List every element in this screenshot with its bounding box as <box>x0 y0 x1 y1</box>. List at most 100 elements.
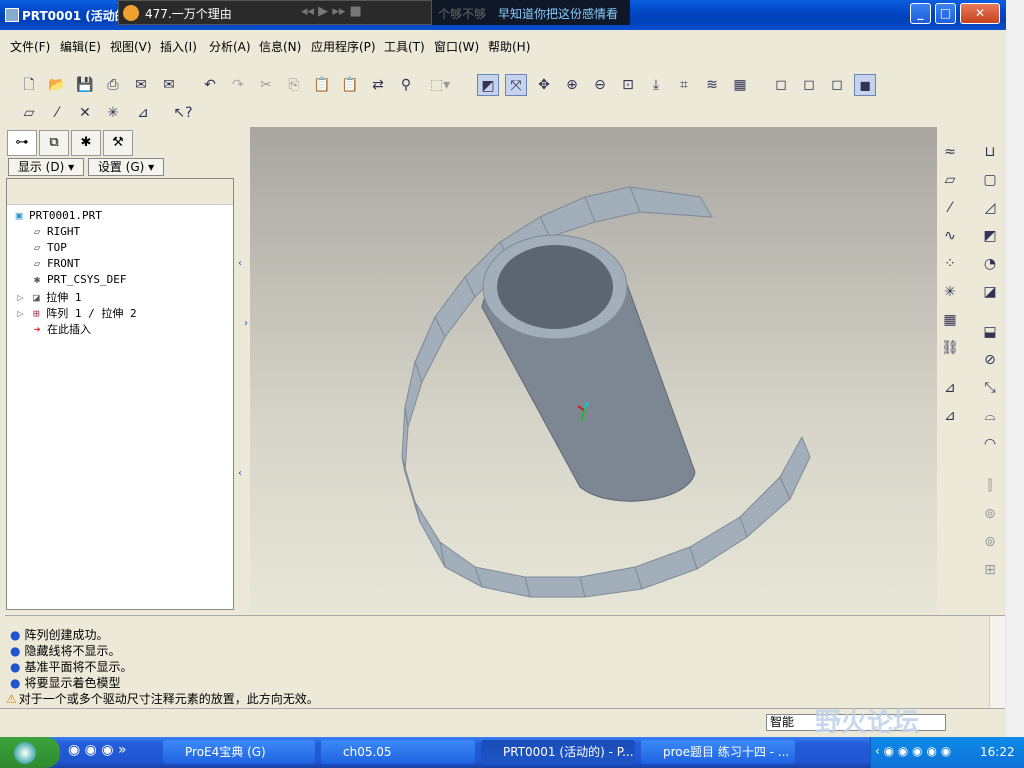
connections-tab-icon[interactable]: ⚒ <box>103 130 133 156</box>
analysis-tool-icon[interactable]: ▦ <box>939 309 961 331</box>
expand-arrow-icon[interactable]: ▷ <box>17 307 24 320</box>
selection-box-icon[interactable]: ⬚▾ <box>423 74 457 96</box>
layers-icon[interactable]: ≋ <box>701 74 723 96</box>
orient-mode-icon[interactable]: ✥ <box>533 74 555 96</box>
start-button[interactable] <box>0 737 60 768</box>
context-help-icon[interactable]: ↖? <box>172 102 194 124</box>
model-tree-tab-icon[interactable]: ⊶ <box>7 130 37 156</box>
tree-item-pattern[interactable]: ▷ ⊞ 阵列 1 / 拉伸 2 <box>17 305 137 321</box>
tree-item-csys[interactable]: ✱ PRT_CSYS_DEF <box>31 273 127 286</box>
extrude-tool-icon[interactable]: ⬓ <box>979 321 1001 343</box>
shading-icon[interactable]: ◼ <box>854 74 876 96</box>
tree-item-front[interactable]: ▱ FRONT <box>31 257 80 270</box>
new-file-icon[interactable]: 🗋 <box>18 74 40 96</box>
refit-icon[interactable]: ⊡ <box>617 74 639 96</box>
zoom-out-icon[interactable]: ⊖ <box>589 74 611 96</box>
round-icon[interactable]: ◔ <box>979 253 1001 275</box>
datum-axis-tool-icon[interactable]: ⁄ <box>939 197 961 219</box>
annotation-tool-2-icon[interactable]: ⊿ <box>939 405 961 427</box>
cut-icon[interactable]: ✂ <box>255 74 277 96</box>
quick-launch-icon[interactable]: ◉ ◉ ◉ » <box>68 742 127 758</box>
menu-window[interactable]: 窗口(W) <box>434 38 479 55</box>
paste-icon[interactable]: 📋 <box>311 74 333 96</box>
chamfer-icon[interactable]: ◪ <box>979 281 1001 303</box>
menu-view[interactable]: 视图(V) <box>110 38 152 55</box>
copy-icon[interactable]: ⎘ <box>283 74 305 96</box>
menu-file[interactable]: 文件(F) <box>10 38 50 55</box>
open-file-icon[interactable]: 📂 <box>46 74 68 96</box>
datum-plane-display-icon[interactable]: ▱ <box>18 102 40 124</box>
annotation-tool-icon[interactable]: ⊿ <box>939 377 961 399</box>
player-controls[interactable]: ◂◂ ▶ ▸▸ ■ <box>301 4 362 19</box>
close-button[interactable]: ✕ <box>960 3 1000 24</box>
message-scrollbar[interactable] <box>989 616 1005 708</box>
tree-item-part[interactable]: ▣ PRT0001.PRT <box>13 209 102 222</box>
hidden-line-icon[interactable]: ◻ <box>798 74 820 96</box>
chain-icon[interactable]: ⛓ <box>939 337 961 359</box>
datum-point-display-icon[interactable]: ✕ <box>74 102 96 124</box>
paste-special-icon[interactable]: 📋 <box>339 74 361 96</box>
revolve-icon[interactable]: ⊘ <box>979 349 1001 371</box>
csys-tool-icon[interactable]: ✳ <box>939 281 961 303</box>
reorient-icon[interactable]: ⤓ <box>645 74 667 96</box>
show-dropdown[interactable]: 显示 (D) ▾ <box>8 158 84 176</box>
menu-tools[interactable]: 工具(T) <box>384 38 425 55</box>
tray-icons[interactable]: ‹ ◉ ◉ ◉ ◉ ◉ <box>875 744 951 758</box>
no-hidden-icon[interactable]: ◻ <box>826 74 848 96</box>
datum-plane-tool-icon[interactable]: ▱ <box>939 169 961 191</box>
tree-item-insert-here[interactable]: ➜ 在此插入 <box>31 321 91 337</box>
taskbar-item-proe-exercise[interactable]: proe题目 练习十四 - ... <box>641 740 795 764</box>
redo-icon[interactable]: ↷ <box>227 74 249 96</box>
style-icon[interactable]: ◠ <box>979 433 1001 455</box>
collapse-arrow-icon[interactable]: ‹ <box>238 258 242 269</box>
trim-icon[interactable]: ⊚ <box>979 531 1001 553</box>
save-icon[interactable]: 💾 <box>74 74 96 96</box>
curve-icon[interactable]: ∿ <box>939 225 961 247</box>
menu-insert[interactable]: 插入(I) <box>160 38 197 55</box>
maximize-button[interactable]: □ <box>935 3 956 24</box>
zoom-in-icon[interactable]: ⊕ <box>561 74 583 96</box>
menu-applications[interactable]: 应用程序(P) <box>311 38 376 55</box>
collapse-arrow-icon[interactable]: ‹ <box>238 468 242 479</box>
repaint-icon[interactable]: ◩ <box>477 74 499 96</box>
email-icon[interactable]: ✉ <box>130 74 152 96</box>
minimize-button[interactable]: _ <box>910 3 931 24</box>
pattern-tool-icon[interactable]: ⊞ <box>979 559 1001 581</box>
rib-icon[interactable]: ◿ <box>979 197 1001 219</box>
taskbar-item-prt0001[interactable]: PRT0001 (活动的) - P... <box>481 740 635 764</box>
menu-edit[interactable]: 编辑(E) <box>60 38 101 55</box>
draft-icon[interactable]: ◩ <box>979 225 1001 247</box>
favorites-tab-icon[interactable]: ✱ <box>71 130 101 156</box>
datum-axis-display-icon[interactable]: ⁄ <box>46 102 68 124</box>
view-manager-icon[interactable]: ▦ <box>729 74 751 96</box>
annotation-display-icon[interactable]: ⊿ <box>132 102 154 124</box>
tree-item-top[interactable]: ▱ TOP <box>31 241 67 254</box>
shell-icon[interactable]: ▢ <box>979 169 1001 191</box>
tree-item-right[interactable]: ▱ RIGHT <box>31 225 80 238</box>
tree-item-extrude[interactable]: ▷ ◪ 拉伸 1 <box>17 289 82 305</box>
taskbar-item-proe-book[interactable]: ProE4宝典 (G) <box>163 740 315 764</box>
regenerate-icon[interactable]: ⇄ <box>367 74 389 96</box>
email-link-icon[interactable]: ✉ <box>158 74 180 96</box>
settings-dropdown[interactable]: 设置 (G) ▾ <box>88 158 164 176</box>
menu-analysis[interactable]: 分析(A) <box>209 38 251 55</box>
taskbar-item-ch05[interactable]: ch05.05 <box>321 740 475 764</box>
menu-info[interactable]: 信息(N) <box>259 38 301 55</box>
graphics-window[interactable] <box>250 127 937 613</box>
mirror-icon[interactable]: ⫿ <box>979 475 1001 497</box>
menu-help[interactable]: 帮助(H) <box>488 38 530 55</box>
datum-point-tool-icon[interactable]: ⁘ <box>939 253 961 275</box>
spin-center-icon[interactable]: ⤧ <box>505 74 527 96</box>
sketch-icon[interactable]: ≈ <box>939 141 961 163</box>
find-icon[interactable]: ⚲ <box>395 74 417 96</box>
sweep-icon[interactable]: ⤡ <box>979 377 1001 399</box>
folder-browser-tab-icon[interactable]: ⧉ <box>39 130 69 156</box>
expand-arrow-icon[interactable]: ▷ <box>17 291 24 304</box>
print-icon[interactable]: ⎙ <box>102 74 124 96</box>
boundary-blend-icon[interactable]: ⌓ <box>979 405 1001 427</box>
undo-icon[interactable]: ↶ <box>199 74 221 96</box>
wireframe-icon[interactable]: ◻ <box>770 74 792 96</box>
panel-splitter[interactable]: ‹ › ‹ <box>236 128 250 612</box>
saved-views-icon[interactable]: ⌗ <box>673 74 695 96</box>
csys-display-icon[interactable]: ✳ <box>102 102 124 124</box>
